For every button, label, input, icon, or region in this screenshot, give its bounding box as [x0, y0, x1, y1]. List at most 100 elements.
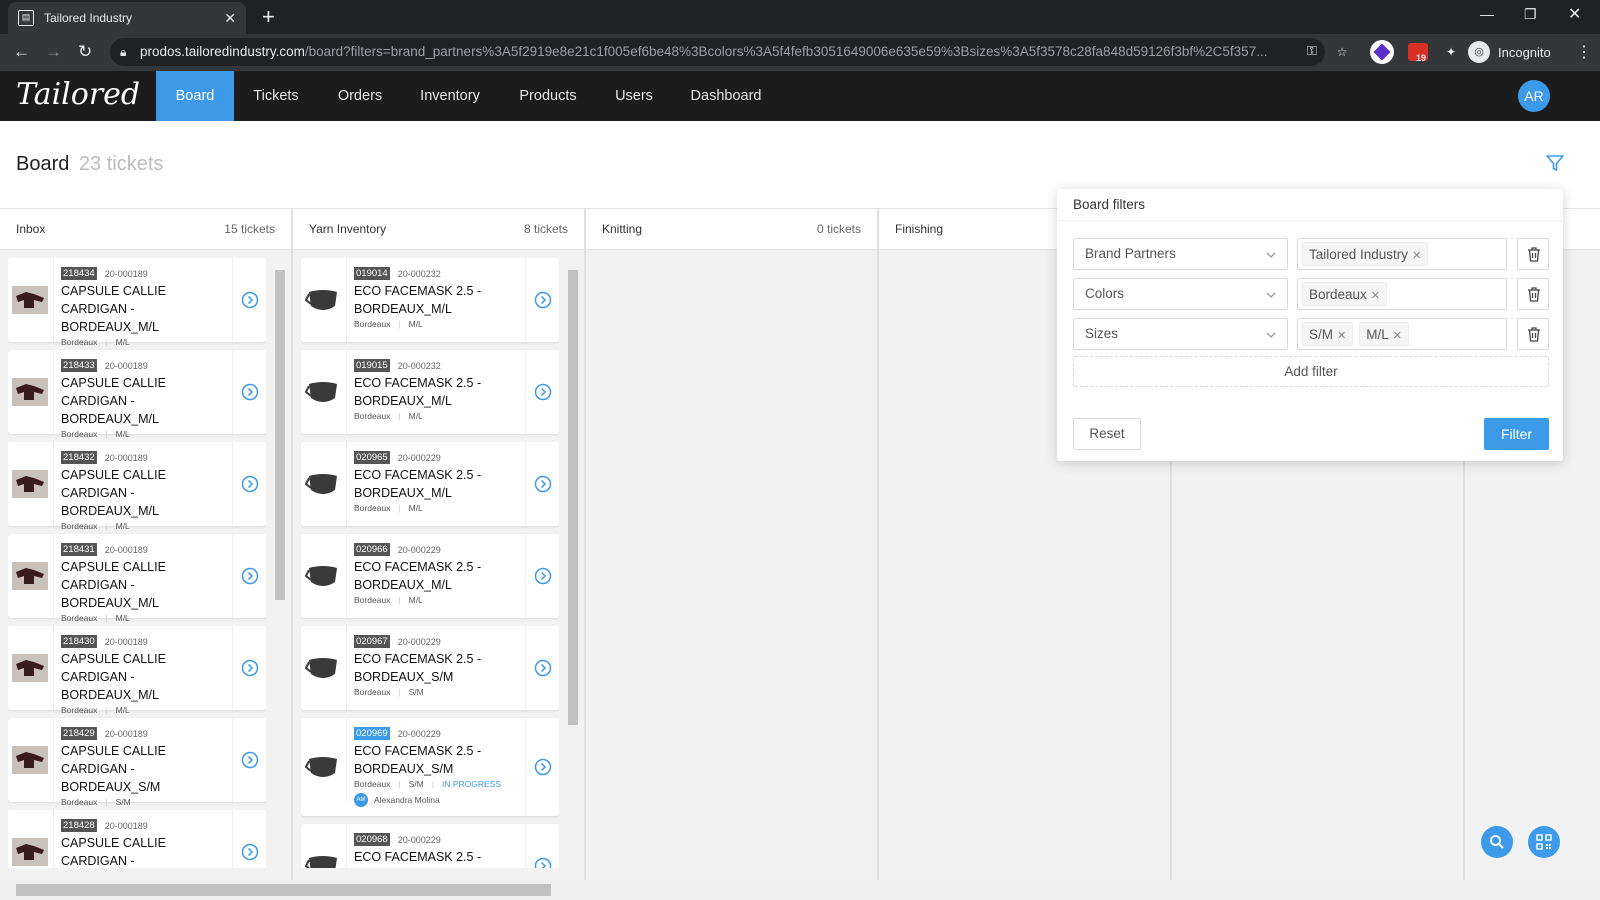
filter-values-select[interactable]: Tailored Industry ✕ [1297, 238, 1507, 270]
add-filter-button[interactable]: Add filter [1073, 356, 1549, 387]
open-ticket-button[interactable] [232, 810, 266, 868]
ticket-card[interactable]: 020968 20-000229 ECO FACEMASK 2.5 - BORDEA… [301, 824, 559, 868]
ticket-color: Bordeaux [354, 411, 391, 421]
nav-dashboard[interactable]: Dashboard [686, 71, 766, 121]
scrollbar-thumb[interactable] [568, 270, 578, 725]
ticket-card[interactable]: 218428 20-000189 CAPSULE CALLIE CARDIGAN -… [8, 810, 266, 868]
filter-values-select[interactable]: Bordeaux ✕ [1297, 278, 1507, 310]
ticket-card[interactable]: 020967 20-000229 ECO FACEMASK 2.5 - BORDEA… [301, 626, 559, 710]
ticket-id-badge: 020967 [354, 635, 390, 648]
scrollbar-thumb[interactable] [275, 270, 285, 600]
ticket-size: M/L [408, 503, 423, 513]
ticket-size: M/L [408, 411, 423, 421]
remove-chip-icon[interactable]: ✕ [1393, 330, 1402, 342]
ticket-card[interactable]: 218431 20-000189 CAPSULE CALLIE CARDIGAN -… [8, 534, 266, 623]
open-ticket-button[interactable] [232, 350, 266, 434]
delete-filter-button[interactable] [1517, 318, 1549, 350]
tab-favicon-icon: ▤ [18, 10, 34, 26]
column-scrollbar[interactable] [567, 258, 579, 878]
chip-label: Bordeaux [1309, 287, 1367, 302]
open-ticket-button[interactable] [525, 442, 559, 526]
open-ticket-icon [241, 843, 259, 861]
open-ticket-button[interactable] [525, 534, 559, 618]
forward-icon[interactable]: → [45, 42, 62, 62]
nav-inventory[interactable]: Inventory [414, 71, 486, 121]
open-ticket-icon [534, 659, 552, 677]
ticket-card[interactable]: 218432 20-000189 CAPSULE CALLIE CARDIGAN -… [8, 442, 266, 531]
filter-icon[interactable] [1545, 153, 1565, 173]
reset-button[interactable]: Reset [1073, 418, 1141, 450]
ticket-body: 218432 20-000189 CAPSULE CALLIE CARDIGAN -… [61, 451, 233, 531]
ticket-size: M/L [408, 319, 423, 329]
facemask-thumbnail [305, 658, 337, 678]
ticket-count: 23 tickets [78, 153, 164, 175]
search-fab[interactable] [1481, 826, 1513, 858]
open-ticket-button[interactable] [525, 824, 559, 868]
open-ticket-button[interactable] [232, 442, 266, 526]
open-ticket-button[interactable] [525, 718, 559, 816]
restore-icon[interactable]: ❐ [1524, 6, 1537, 23]
ticket-body: 218430 20-000189 CAPSULE CALLIE CARDIGAN -… [61, 635, 233, 715]
bookmark-star-icon[interactable]: ☆ [1330, 40, 1354, 64]
horizontal-scrollbar-thumb[interactable] [16, 884, 551, 896]
column-scrollbar[interactable] [274, 258, 286, 878]
open-ticket-button[interactable] [232, 718, 266, 802]
open-ticket-button[interactable] [232, 258, 266, 342]
ticket-card[interactable]: 218433 20-000189 CAPSULE CALLIE CARDIGAN -… [8, 350, 266, 439]
ticket-card[interactable]: 218429 20-000189 CAPSULE CALLIE CARDIGAN -… [8, 718, 266, 807]
window-close-icon[interactable]: ✕ [1568, 4, 1581, 24]
reload-icon[interactable]: ↻ [78, 42, 92, 62]
nav-tickets[interactable]: Tickets [245, 71, 307, 121]
filter-field-select[interactable]: Colors [1073, 278, 1288, 310]
remove-chip-icon[interactable]: ✕ [1371, 290, 1380, 302]
cardigan-thumbnail [12, 654, 48, 682]
ticket-card[interactable]: 019015 20-000232 ECO FACEMASK 2.5 - BORDEA… [301, 350, 559, 434]
filter-values-select[interactable]: S/M ✕ M/L ✕ [1297, 318, 1507, 350]
delete-filter-button[interactable] [1517, 278, 1549, 310]
incognito-indicator[interactable]: ◎ Incognito [1468, 39, 1551, 65]
nav-users[interactable]: Users [612, 71, 656, 121]
order-number: 20-000229 [397, 636, 441, 647]
ticket-card[interactable]: 020969 20-000229 ECO FACEMASK 2.5 - BORDEA… [301, 718, 559, 816]
ticket-card[interactable]: 218434 20-000189 CAPSULE CALLIE CARDIGAN -… [8, 258, 266, 347]
board-title: Board [16, 153, 70, 175]
extension-hexagon-icon[interactable] [1370, 40, 1394, 64]
open-ticket-button[interactable] [525, 258, 559, 342]
nav-board[interactable]: Board [156, 71, 234, 121]
address-bar[interactable]: 🔒︎ prodos.tailoredindustry.com/board?fil… [110, 38, 1325, 66]
filter-submit-button[interactable]: Filter [1484, 418, 1549, 450]
open-ticket-icon [534, 291, 552, 309]
ticket-title: ECO FACEMASK 2.5 - BORDEAUX_M/L [354, 284, 482, 316]
ticket-card[interactable]: 020966 20-000229 ECO FACEMASK 2.5 - BORDEA… [301, 534, 559, 618]
ticket-thumbnail [8, 350, 54, 434]
cardigan-thumbnail [12, 746, 48, 774]
minimize-icon[interactable]: — [1480, 6, 1494, 22]
open-ticket-button[interactable] [525, 626, 559, 710]
ticket-card[interactable]: 218430 20-000189 CAPSULE CALLIE CARDIGAN -… [8, 626, 266, 715]
remove-chip-icon[interactable]: ✕ [1412, 250, 1421, 262]
column-title: Finishing [895, 222, 944, 236]
nav-products[interactable]: Products [512, 71, 584, 121]
ticket-card[interactable]: 020965 20-000229 ECO FACEMASK 2.5 - BORDEA… [301, 442, 559, 526]
browser-menu-icon[interactable]: ⋮ [1576, 42, 1592, 62]
horizontal-scrollbar[interactable] [0, 880, 1600, 900]
ticket-card[interactable]: 019014 20-000232 ECO FACEMASK 2.5 - BORDEA… [301, 258, 559, 342]
nav-orders[interactable]: Orders [333, 71, 387, 121]
open-ticket-button[interactable] [525, 350, 559, 434]
browser-tab[interactable]: ▤ Tailored Industry ✕ [8, 2, 246, 34]
ticket-meta: Bordeaux | M/L [61, 521, 233, 531]
open-ticket-button[interactable] [232, 534, 266, 618]
extensions-puzzle-icon[interactable]: ✦ [1439, 40, 1463, 64]
open-ticket-button[interactable] [232, 626, 266, 710]
user-avatar[interactable]: AR [1518, 80, 1550, 112]
filter-field-select[interactable]: Brand Partners [1073, 238, 1288, 270]
qr-scan-fab[interactable] [1528, 826, 1560, 858]
tab-close-icon[interactable]: ✕ [224, 10, 236, 27]
remove-chip-icon[interactable]: ✕ [1337, 330, 1346, 342]
key-icon[interactable]: ⚿ [1300, 39, 1324, 63]
tailored-logo[interactable]: Tailored [16, 77, 140, 112]
delete-filter-button[interactable] [1517, 238, 1549, 270]
filter-field-select[interactable]: Sizes [1073, 318, 1288, 350]
new-tab-icon[interactable]: + [262, 4, 275, 30]
back-icon[interactable]: ← [13, 42, 30, 62]
